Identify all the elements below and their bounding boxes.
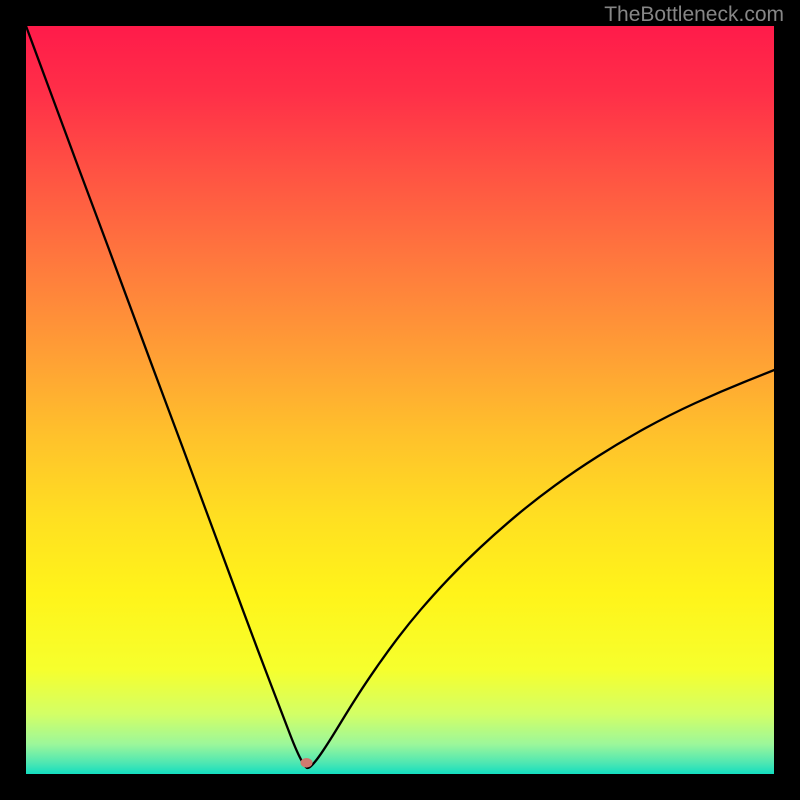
chart-svg [26,26,774,774]
chart-plot-area [26,26,774,774]
optimal-point-marker [301,758,313,768]
chart-background [26,26,774,774]
watermark-text: TheBottleneck.com [604,3,784,27]
